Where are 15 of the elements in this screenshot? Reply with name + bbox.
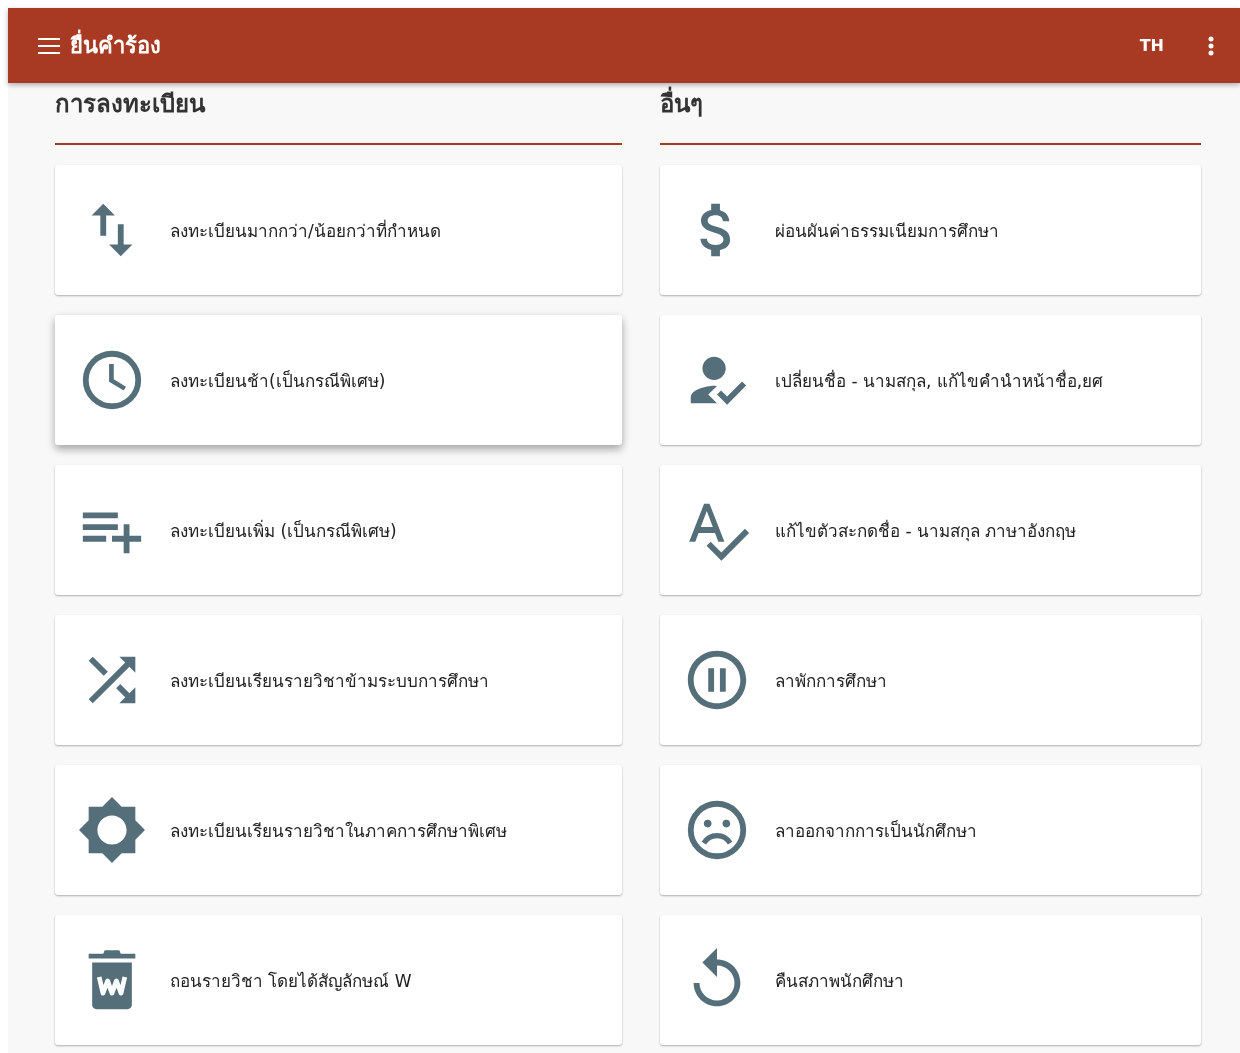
request-card[interactable]: เปลี่ยนชื่อ - นามสกุล, แก้ไขคำนำหน้าชื่อ,ยศ <box>660 315 1201 445</box>
language-button[interactable]: TH <box>1139 36 1164 55</box>
app-title: ยื่นคำร้อง <box>70 28 1140 63</box>
request-card[interactable]: ลงทะเบียนเรียนรายวิชาในภาคการศึกษาพิเศษ <box>55 765 622 895</box>
request-card[interactable]: ลงทะเบียนเพิ่ม (เป็นกรณีพิเศษ) <box>55 465 622 595</box>
request-card[interactable]: ลงทะเบียนช้า(เป็นกรณีพิเศษ) <box>55 315 622 445</box>
request-card[interactable]: ลงทะเบียนมากกว่า/น้อยกว่าที่กำหนด <box>55 165 622 295</box>
request-card[interactable]: ถอนรายวิชา โดยได้สัญลักษณ์ W <box>55 915 622 1045</box>
request-card[interactable]: ลาพักการศึกษา <box>660 615 1201 745</box>
request-card[interactable]: ผ่อนผันค่าธรรมเนียมการศึกษา <box>660 165 1201 295</box>
section-title: การลงทะเบียน <box>55 89 205 119</box>
request-card[interactable]: ลงทะเบียนเรียนรายวิชาข้ามระบบการศึกษา <box>55 615 622 745</box>
request-card[interactable]: คืนสภาพนักศึกษา <box>660 915 1201 1045</box>
request-card[interactable]: ลาออกจากการเป็นนักศึกษา <box>660 765 1201 895</box>
request-card[interactable]: แก้ไขตัวสะกดชื่อ - นามสกุล ภาษาอังกฤษ <box>660 465 1201 595</box>
